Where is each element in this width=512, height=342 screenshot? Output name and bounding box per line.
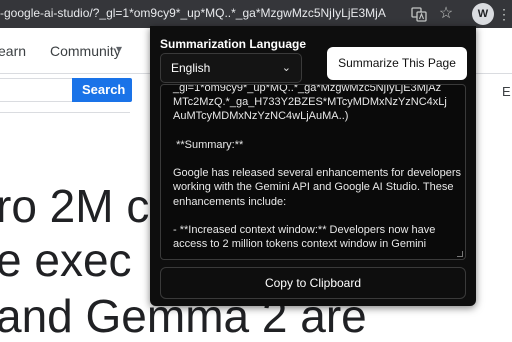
bookmark-star-icon[interactable]: ☆ — [436, 4, 456, 24]
summarizer-popup: Summarization Language English ⌄ Summari… — [150, 26, 476, 306]
copy-to-clipboard-button[interactable]: Copy to Clipboard — [160, 267, 466, 299]
address-bar[interactable]: -google-ai-studio/?_gl=1*om9cy9*_up*MQ..… — [0, 0, 405, 28]
nav-community[interactable]: Community — [50, 43, 121, 59]
summarize-button[interactable]: Summarize This Page — [327, 47, 467, 80]
chevron-down-icon[interactable]: ▾ — [116, 42, 122, 56]
right-edge-text: E — [502, 84, 511, 99]
extension-avatar[interactable]: W — [472, 3, 494, 25]
summary-textarea[interactable]: _gl=1*om9cy9*_up*MQ..*_ga*MzgwMzc5NjIyLj… — [160, 84, 466, 260]
nav-learn[interactable]: earn — [0, 43, 26, 59]
browser-toolbar: -google-ai-studio/?_gl=1*om9cy9*_up*MQ..… — [0, 0, 512, 28]
language-label: Summarization Language — [160, 37, 307, 51]
headline-line-2: e exec — [0, 234, 132, 286]
more-vert-icon[interactable]: ⋮ — [497, 4, 511, 24]
search-input[interactable] — [0, 78, 72, 102]
translate-icon[interactable] — [409, 4, 429, 24]
site-search: Search — [0, 78, 132, 102]
chevron-down-icon: ⌄ — [281, 62, 291, 74]
summary-text: _gl=1*om9cy9*_up*MQ..*_ga*MzgwMzc5NjIyLj… — [173, 84, 462, 251]
search-button[interactable]: Search — [72, 78, 132, 102]
language-select[interactable]: English ⌄ — [160, 53, 302, 83]
headline-line-1: ro 2M c — [0, 180, 150, 232]
language-value: English — [171, 61, 211, 75]
divider — [0, 112, 130, 113]
resize-handle-icon[interactable] — [457, 251, 463, 257]
